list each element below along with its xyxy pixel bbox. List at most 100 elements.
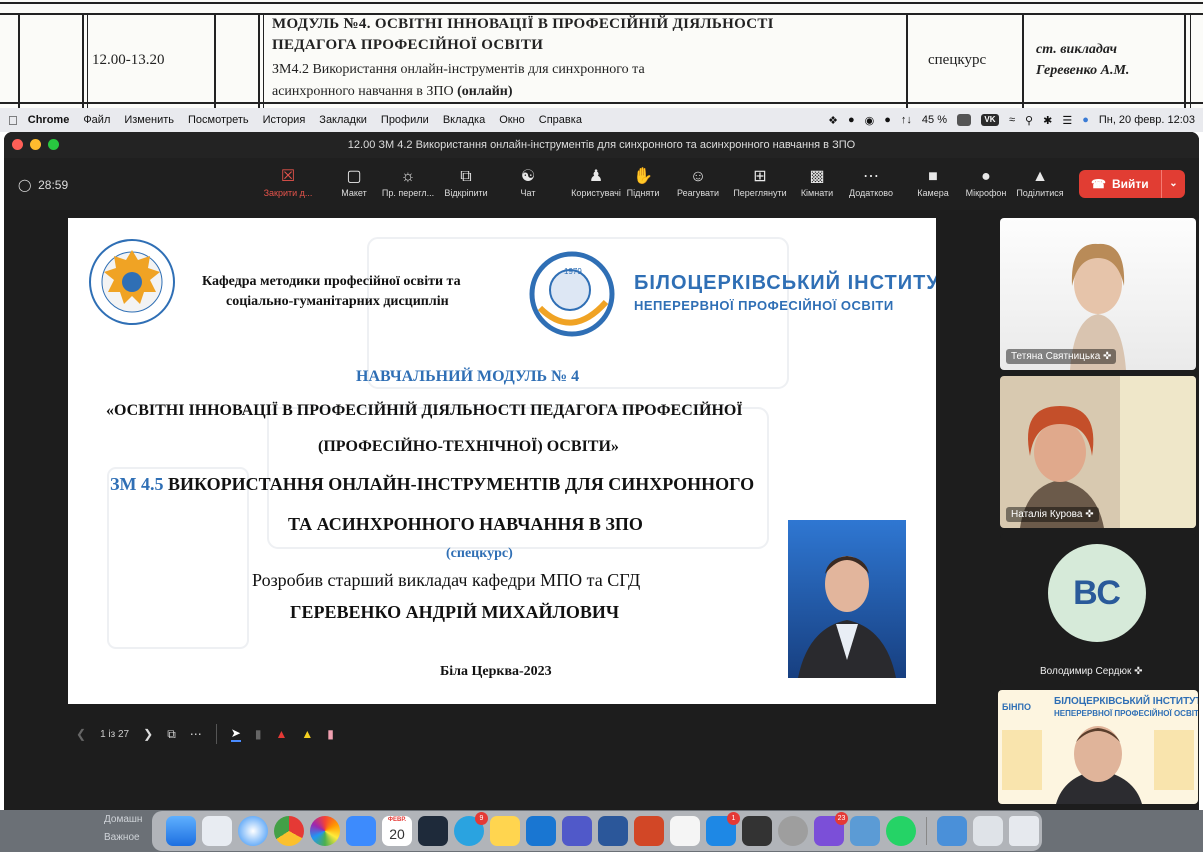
submodule-title-line1: ЗМ 4.5 ВИКОРИСТАННЯ ОНЛАЙН-ІНСТРУМЕНТІВ …: [110, 474, 754, 495]
system-settings-icon[interactable]: [778, 816, 808, 846]
close-window-icon[interactable]: [12, 139, 23, 150]
menu-help[interactable]: Справка: [539, 114, 582, 126]
chrome-icon[interactable]: [274, 816, 304, 846]
participant-tile-3[interactable]: ВС Володимир Сердюк ✜: [1000, 534, 1196, 684]
search-icon[interactable]: ⚲: [1025, 114, 1033, 127]
share-icon: ▲: [1032, 168, 1048, 185]
muted-mic-icon: ✜: [1085, 509, 1094, 520]
schedule-module-title-2: ПЕДАГОГА ПРОФЕСІЙНОЇ ОСВІТИ: [272, 37, 544, 53]
word-icon[interactable]: [598, 816, 628, 846]
self-video: [1002, 726, 1194, 804]
status-app-icon-2[interactable]: ●: [884, 114, 891, 126]
menu-window[interactable]: Окно: [499, 114, 525, 126]
module-name-line1: «ОСВІТНІ ІННОВАЦІЇ В ПРОФЕСІЙНІЙ ДІЯЛЬНО…: [106, 402, 743, 419]
submodule-title-text: ВИКОРИСТАННЯ ОНЛАЙН-ІНСТРУМЕНТІВ ДЛЯ СИН…: [168, 474, 755, 494]
downloads-stack-icon[interactable]: [973, 816, 1003, 846]
whatsapp-icon[interactable]: [886, 816, 916, 846]
battery-icon[interactable]: [956, 114, 971, 126]
participant-tile-1[interactable]: Тетяна Святницька ✜: [1000, 218, 1196, 370]
microphone-button[interactable]: ● Мікрофон: [958, 166, 1014, 198]
more-button[interactable]: ⋯ Додатково: [840, 166, 902, 198]
screen: 12.00-13.20 МОДУЛЬ №4. ОСВІТНІ ІННОВАЦІЇ…: [0, 0, 1203, 852]
highlighter-icon[interactable]: ▲: [301, 727, 313, 741]
self-view-tile[interactable]: БІНПО БІЛОЦЕРКІВСЬКИЙ ІНСТИТУТ НЕПЕРЕРВН…: [998, 690, 1198, 804]
powerpoint-icon[interactable]: [634, 816, 664, 846]
bluetooth-like-icon[interactable]: ↑↓: [901, 114, 912, 126]
institute-logo: 1979: [529, 251, 615, 337]
menu-profiles[interactable]: Профили: [381, 114, 429, 126]
photos-icon[interactable]: [310, 816, 340, 846]
preview-button[interactable]: ☼ Пр. перегл...: [378, 166, 438, 198]
vk-icon[interactable]: VK: [980, 114, 999, 126]
submodule-code: ЗМ 4.5: [110, 474, 164, 494]
camera-icon: ■: [928, 168, 938, 185]
prev-slide-icon[interactable]: ❮: [76, 727, 86, 741]
chat-button[interactable]: ☯ Чат: [506, 166, 550, 198]
users-icon: ♟: [588, 168, 604, 185]
viber-icon[interactable]: 23: [814, 812, 848, 846]
reactions-button[interactable]: ☺ Реагувати: [668, 166, 728, 198]
calculator-icon[interactable]: [742, 816, 772, 846]
eraser-icon[interactable]: ▮: [327, 727, 334, 741]
share-button[interactable]: ▲ Поділитися: [1010, 166, 1070, 198]
mail-icon[interactable]: [346, 816, 376, 846]
menu-app-name[interactable]: Chrome: [28, 114, 70, 126]
safari-icon[interactable]: [238, 816, 268, 846]
wifi-icon[interactable]: ≈: [1009, 114, 1015, 126]
menu-history[interactable]: История: [263, 114, 306, 126]
mac-menubar:  Chrome Файл Изменить Посмотреть Истори…: [0, 108, 1203, 132]
marker-red-icon[interactable]: ▲: [275, 727, 287, 741]
finder-icon[interactable]: [166, 816, 196, 846]
participant-tile-2[interactable]: Наталія Курова ✜: [1000, 376, 1196, 528]
stop-share-button[interactable]: ☒ Закрити д...: [258, 166, 318, 198]
textedit-icon[interactable]: [670, 816, 700, 846]
vpn-icon[interactable]: [418, 816, 448, 846]
menubar-clock[interactable]: Пн, 20 февр. 12:03: [1099, 114, 1195, 126]
schedule-time: 12.00-13.20: [92, 52, 165, 68]
next-slide-icon[interactable]: ❯: [143, 727, 153, 741]
layout-button[interactable]: ▢ Макет: [324, 166, 384, 198]
menu-file[interactable]: Файл: [83, 114, 110, 126]
menu-tab[interactable]: Вкладка: [443, 114, 485, 126]
breakout-rooms-button[interactable]: ▩ Кімнати: [792, 166, 842, 198]
more-options-icon[interactable]: ⋯: [190, 727, 202, 741]
box-icon[interactable]: [526, 816, 556, 846]
course-type: (спецкурс): [446, 546, 513, 561]
chevron-down-icon[interactable]: ⌄: [1161, 170, 1185, 198]
zoom-app-icon[interactable]: [937, 816, 967, 846]
notes-icon[interactable]: [490, 816, 520, 846]
dropbox-icon[interactable]: ❖: [828, 114, 838, 127]
mic-icon: ●: [981, 168, 991, 185]
camera-button[interactable]: ■ Камера: [910, 166, 956, 198]
apple-icon[interactable]: : [8, 113, 18, 128]
trash-icon[interactable]: [1009, 816, 1039, 846]
menu-edit[interactable]: Изменить: [124, 114, 174, 126]
calendar-icon[interactable]: ФЕВР. 20: [382, 816, 412, 846]
status-app-icon[interactable]: ●: [848, 114, 855, 126]
telegram-icon[interactable]: 9: [454, 812, 488, 846]
unpin-icon: ⧉: [460, 168, 472, 185]
menu-bookmarks[interactable]: Закладки: [319, 114, 367, 126]
participants-button[interactable]: ♟ Користувачі: [566, 166, 626, 198]
pointer-tool-icon[interactable]: ➤: [230, 726, 241, 742]
pen-tool-icon[interactable]: ▮: [255, 727, 262, 741]
view-button[interactable]: ⊞ Переглянути: [728, 166, 792, 198]
control-center-icon[interactable]: ☰: [1062, 114, 1072, 127]
siri-icon[interactable]: ●: [1082, 114, 1089, 126]
teams-icon[interactable]: [562, 816, 592, 846]
raise-hand-button[interactable]: ✋ Підняти: [618, 166, 668, 198]
unpin-button[interactable]: ⧉ Відкріпити: [436, 166, 496, 198]
menu-view[interactable]: Посмотреть: [188, 114, 249, 126]
preview-app-icon[interactable]: [850, 816, 880, 846]
minimize-window-icon[interactable]: [30, 139, 41, 150]
bluetooth-icon[interactable]: ✱: [1043, 114, 1052, 127]
leave-button[interactable]: ☎ Вийти ⌄: [1079, 170, 1185, 198]
raise-hand-icon: ✋: [633, 168, 653, 185]
finder-sidebar-label-2: Важное: [104, 832, 140, 843]
appstore-icon[interactable]: 1: [706, 812, 740, 846]
viber-status-icon[interactable]: ◉: [865, 114, 875, 127]
institute-name-line1: БІЛОЦЕРКІВСЬКИЙ ІНСТИТУТ: [634, 272, 936, 294]
thumbnails-icon[interactable]: ⧉: [167, 727, 176, 742]
launchpad-icon[interactable]: [202, 816, 232, 846]
maximize-window-icon[interactable]: [48, 139, 59, 150]
